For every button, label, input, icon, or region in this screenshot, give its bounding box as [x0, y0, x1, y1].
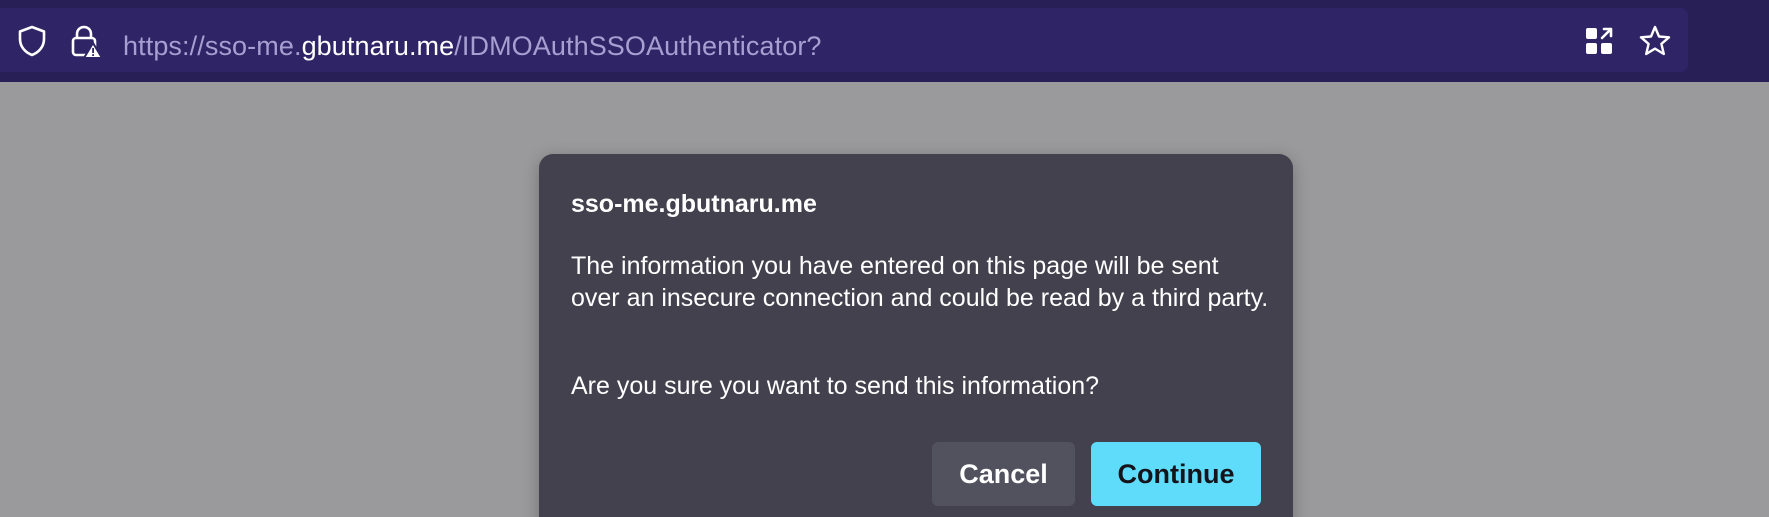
dialog-question: Are you sure you want to send this infor… — [571, 372, 1100, 400]
url-path: /IDMOAuthSSOAuthenticator? — [454, 31, 822, 61]
url-text[interactable]: https://sso-me.gbutnaru.me/IDMOAuthSSOAu… — [123, 29, 822, 63]
bookmark-star-icon[interactable] — [1638, 24, 1672, 58]
address-bar[interactable]: https://sso-me.gbutnaru.me/IDMOAuthSSOAu… — [0, 8, 1688, 72]
continue-button[interactable]: Continue — [1091, 442, 1261, 506]
extensions-grid-icon[interactable] — [1584, 26, 1614, 56]
page-content: sso-me.gbutnaru.me The information you h… — [0, 82, 1769, 517]
url-host: gbutnaru.me — [301, 31, 455, 61]
insecure-lock-icon[interactable] — [68, 24, 104, 60]
url-scheme-prefix: https://sso-me. — [123, 31, 302, 61]
shield-icon[interactable] — [16, 24, 48, 58]
dialog-message: The information you have entered on this… — [571, 252, 1269, 312]
dialog-title: sso-me.gbutnaru.me — [571, 190, 817, 218]
insecure-form-dialog: sso-me.gbutnaru.me The information you h… — [539, 154, 1293, 517]
cancel-button[interactable]: Cancel — [932, 442, 1075, 506]
browser-toolbar: https://sso-me.gbutnaru.me/IDMOAuthSSOAu… — [0, 0, 1769, 82]
